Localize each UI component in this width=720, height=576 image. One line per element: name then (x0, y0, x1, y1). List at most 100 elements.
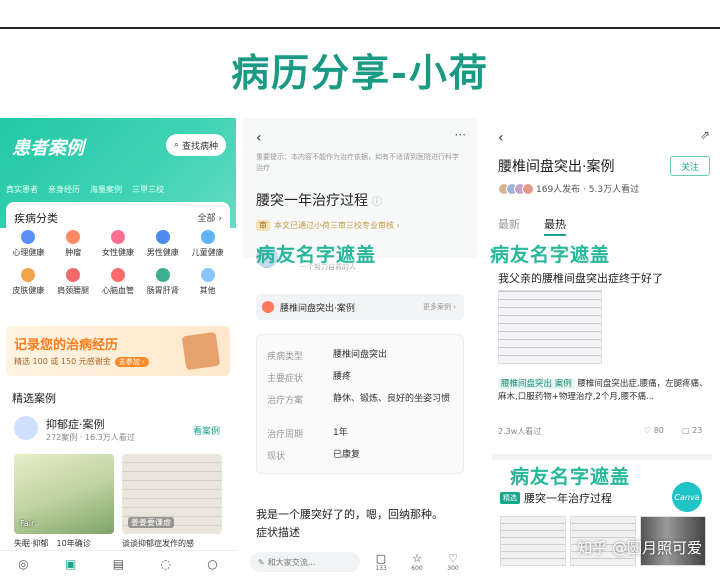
like-button[interactable]: ♡ 80 (644, 426, 664, 435)
name-mask-overlay: 病友名字遮盖 (490, 240, 611, 267)
favorite-count-button[interactable]: ☆ 600 (402, 552, 432, 572)
tag-item: 真实患者 (6, 185, 38, 194)
stat-count: 600 (411, 564, 423, 572)
category-label: 其他 (199, 286, 216, 295)
stat-count: 133 (375, 564, 387, 572)
list-meta-text: 169人发布 · 5.3万人看过 (536, 185, 640, 195)
tag-item: 亲身经历 (48, 185, 80, 194)
view-case-link[interactable]: 看案例 (193, 424, 220, 437)
info-key: 治疗方案 (267, 396, 304, 406)
info-row: 治疗周期 1年 (267, 427, 453, 440)
post-description: 腰椎间盘突出 案例 腰椎间盘突出症,腰痛，左腿疼痛、麻木,口服药物+物理治疗,2… (498, 378, 708, 404)
info-row: 现状 已康复 (267, 449, 453, 462)
sort-tabs: 最新 最热 (498, 216, 566, 236)
doc-icon[interactable]: ▤ (113, 557, 124, 571)
search-label: 查找病种 (181, 141, 218, 152)
tumor-icon (66, 230, 81, 244)
featured-badge: 精选 (500, 492, 520, 504)
back-button[interactable]: ‹ (256, 130, 262, 146)
join-button[interactable]: 去参加 › (114, 356, 149, 367)
stomach-icon (155, 268, 170, 282)
post-image[interactable] (500, 516, 566, 566)
case-caption: 失眠·抑郁 10年确诊 (14, 539, 91, 548)
post-title[interactable]: 我父亲的腰椎间盘突出症终于好了 (498, 270, 663, 286)
detail-header: ‹ ··· 重要提示：本内容不能作为治疗依据，如有不适请到医院进行科学治疗 腰突… (242, 118, 478, 258)
user-icon[interactable]: ○ (207, 557, 217, 571)
notice-text: 重要提示：本内容不能作为治疗依据，如有不适请到医院进行科学治疗 (256, 153, 459, 172)
more-button[interactable]: ··· (455, 128, 466, 142)
stat-count: 300 (447, 564, 459, 572)
banner-subtitle: 精选 100 或 150 元感谢金 去参加 › (14, 356, 149, 367)
tag-item: 海量案例 (90, 185, 122, 194)
category-item[interactable]: 心脑血管 (96, 268, 141, 296)
body-line: 症状描述 (256, 526, 300, 539)
category-label: 皮肤健康 (12, 286, 45, 295)
info-row: 疾病类型 腰椎间盘突出 (267, 349, 453, 362)
review-notice[interactable]: 审 本文已通过小荷三审三校专业审核 › (256, 220, 400, 231)
article-title: 腰突一年治疗过程 ⓘ (256, 190, 382, 210)
category-label: 男性健康 (146, 248, 179, 257)
body-line: 我是一个腰突好了的，嗯，回纳那种。 (256, 508, 443, 521)
compass-icon[interactable]: ◎ (18, 557, 28, 571)
info-key: 治疗周期 (267, 430, 304, 440)
comment-count-button[interactable]: ▢ 133 (366, 551, 396, 572)
case-icon[interactable]: ▣ (65, 557, 76, 571)
heart-icon: ♡ (448, 551, 458, 565)
category-label: 心理健康 (12, 248, 45, 257)
tab-latest[interactable]: 最新 (498, 216, 520, 236)
category-item[interactable]: 心理健康 (6, 230, 51, 258)
post-title-row: 精选 腰突一年治疗过程 (500, 490, 612, 506)
skin-icon (21, 268, 36, 282)
follow-button[interactable]: 关注 (670, 156, 710, 176)
category-all-link[interactable]: 全部 › (198, 211, 222, 224)
case-link-box[interactable]: 腰椎间盘突出·案例 更多案例 › (256, 294, 464, 320)
chat-icon[interactable]: ◌ (160, 557, 170, 571)
back-button[interactable]: ‹ (498, 130, 504, 146)
case-info-table: 疾病类型 腰椎间盘突出 主要症状 腰疼 治疗方案 静休、锻炼、良好的坐姿习惯 治疗周期… (256, 334, 464, 474)
category-item[interactable]: 肩颈腰腿 (51, 268, 96, 296)
disease-category-card: 疾病分类 全部 › 心理健康 肿瘤 女性健康 男性健康 儿童健康 皮肤健康 肩颈… (6, 202, 230, 312)
category-grid: 心理健康 肿瘤 女性健康 男性健康 儿童健康 皮肤健康 肩颈腰腿 心脑血管 肠胃… (6, 230, 230, 296)
category-item[interactable]: 肠胃肝肾 (140, 268, 185, 296)
info-value: 1年 (333, 428, 348, 438)
case-avatar (14, 416, 38, 440)
category-item[interactable]: 肿瘤 (51, 230, 96, 258)
heart-icon (110, 268, 125, 282)
medical-record-image[interactable] (498, 290, 602, 364)
header-title: 患者案例 (12, 138, 84, 159)
category-item[interactable]: 其他 (185, 268, 230, 296)
category-label: 心脑血管 (101, 286, 134, 295)
category-item[interactable]: 儿童健康 (185, 230, 230, 258)
category-item[interactable]: 男性健康 (140, 230, 185, 258)
category-item[interactable]: 女性健康 (96, 230, 141, 258)
article-title-text: 腰突一年治疗过程 (256, 193, 368, 209)
comment-input[interactable]: ✎ 和大家交流... (250, 552, 360, 572)
info-key: 疾病类型 (267, 352, 304, 362)
category-item[interactable]: 皮肤健康 (6, 268, 51, 296)
case-image[interactable]: Fair (14, 454, 114, 534)
image-author: Fair (20, 519, 35, 528)
post-tag[interactable]: 腰椎间盘突出 案例 (498, 379, 575, 389)
comment-icon: ▢ (375, 551, 387, 565)
info-icon[interactable]: ⓘ (372, 197, 382, 208)
post-stats: 2.3w人看过 ♡ 80 ▢ 23 (498, 426, 708, 437)
page-title: 病历分享-小荷 (231, 50, 489, 95)
bone-icon (66, 268, 81, 282)
banner-title: 记录您的治病经历 (14, 338, 119, 353)
case-link-text: 腰椎间盘突出·案例 (280, 304, 355, 314)
review-badge: 审 (256, 220, 270, 231)
like-count-button[interactable]: ♡ 300 (438, 551, 468, 572)
share-icon[interactable]: ⇗ (700, 128, 710, 142)
review-text: 本文已通过小荷三审三校专业审核 › (274, 221, 400, 230)
zhihu-watermark: 知乎 @圆月照可爱 (577, 539, 702, 557)
comment-button[interactable]: ▢ 23 (682, 426, 702, 435)
more-cases-link[interactable]: 更多案例 › (423, 302, 456, 312)
top-divider (0, 27, 720, 29)
tab-hot[interactable]: 最热 (544, 216, 566, 236)
name-mask-overlay: 病友名字遮盖 (256, 240, 377, 267)
view-count: 2.3w人看过 (498, 427, 542, 436)
case-image[interactable]: 姜姜要谦虚 (122, 454, 222, 534)
female-icon (110, 230, 125, 244)
record-experience-banner[interactable]: 记录您的治病经历 精选 100 或 150 元感谢金 去参加 › (6, 326, 230, 376)
search-disease-button[interactable]: ⌕ 查找病种 (165, 134, 226, 156)
